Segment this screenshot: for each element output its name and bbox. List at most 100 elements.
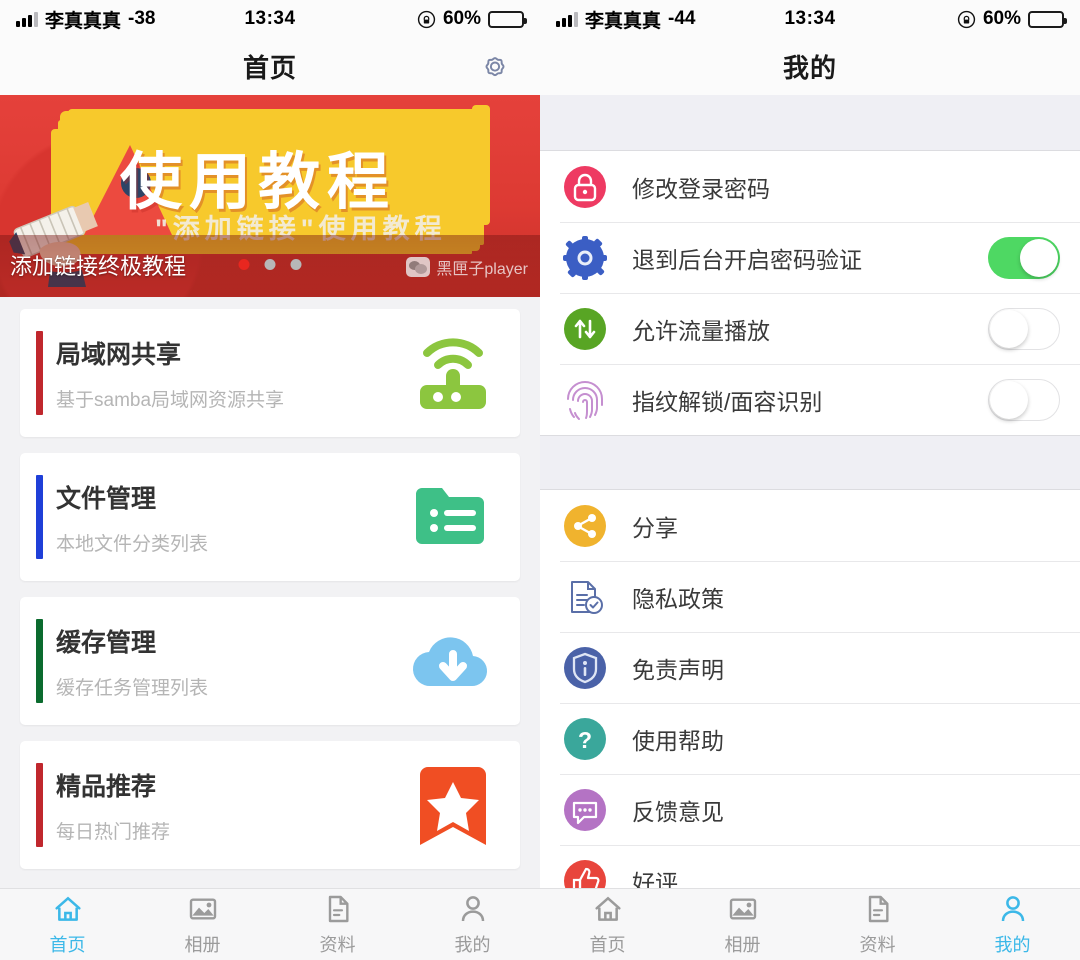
svg-text:?: ? — [578, 727, 592, 753]
tab-album[interactable]: 相册 — [675, 892, 810, 957]
settings-gear-button[interactable] — [475, 47, 515, 87]
row-background-password-verify[interactable]: 退到后台开启密码验证 — [540, 222, 1080, 293]
settings-group-about: 分享 隐私政策 免责声明 ? 使用帮助 反馈意见 好评 — [540, 490, 1080, 916]
status-time: 13:34 — [784, 8, 836, 29]
card-description: 每日热门推荐 — [56, 821, 171, 843]
row-label: 免责声明 — [632, 656, 724, 683]
home-icon — [591, 892, 625, 926]
row-biometric-unlock[interactable]: 指纹解锁/面容识别 — [540, 364, 1080, 435]
dot-3[interactable] — [290, 259, 302, 270]
photo-icon — [726, 892, 760, 926]
card-accent-bar — [36, 619, 43, 703]
card-title: 局域网共享 — [56, 340, 182, 369]
card-description: 基于samba局域网资源共享 — [56, 389, 285, 411]
row-disclaimer[interactable]: 免责声明 — [540, 632, 1080, 703]
card-recommendations[interactable]: 精品推荐 每日热门推荐 — [20, 741, 520, 869]
signal-bars-icon — [556, 11, 578, 27]
row-label: 指纹解锁/面容识别 — [632, 388, 823, 415]
tab-bar-right: 首页 相册 资料 我的 — [540, 888, 1080, 960]
card-title: 精品推荐 — [56, 772, 157, 801]
status-left-group: 李真真真 -44 — [556, 6, 784, 33]
battery-percent: 60% — [982, 8, 1022, 29]
page-title: 首页 — [242, 53, 297, 83]
carrier-name: 李真真真 — [585, 10, 662, 32]
row-help[interactable]: ? 使用帮助 — [540, 703, 1080, 774]
tab-files[interactable]: 资料 — [810, 892, 945, 957]
status-left-group: 李真真真 -38 — [16, 6, 244, 33]
feature-card-list: 局域网共享 基于samba局域网资源共享 文件管理 本地文件分类列表 缓存管理 … — [0, 297, 540, 869]
row-share[interactable]: 分享 — [540, 490, 1080, 561]
document-icon — [321, 892, 355, 926]
card-cache-manager[interactable]: 缓存管理 缓存任务管理列表 — [20, 597, 520, 725]
tab-files[interactable]: 资料 — [270, 892, 405, 957]
person-icon — [456, 892, 490, 926]
section-spacer-top — [540, 95, 1080, 151]
banner-watermark: 黑匣子player — [406, 255, 528, 279]
banner-caption: 添加链接终极教程 — [10, 254, 187, 279]
tab-label: 我的 — [994, 935, 1031, 955]
card-description: 缓存任务管理列表 — [56, 677, 209, 699]
feedback-chat-icon — [560, 785, 610, 835]
signal-bars-icon — [16, 11, 38, 27]
card-title: 文件管理 — [56, 484, 157, 513]
status-right-group: 60% — [836, 8, 1068, 30]
row-change-password[interactable]: 修改登录密码 — [540, 151, 1080, 222]
tab-bar-left: 首页 相册 资料 我的 — [0, 888, 540, 960]
card-text: 文件管理 本地文件分类列表 — [20, 479, 208, 556]
card-title: 缓存管理 — [56, 628, 157, 657]
wechat-icon — [406, 257, 431, 277]
photo-icon — [186, 892, 220, 926]
banner-pagination-dots[interactable] — [238, 259, 302, 270]
carrier-name: 李真真真 — [45, 10, 122, 32]
toggle-allow-cellular-play[interactable] — [988, 307, 1060, 350]
status-right-group: 60% — [296, 8, 528, 30]
share-icon — [560, 501, 610, 551]
row-label: 分享 — [632, 514, 678, 541]
dot-1[interactable] — [238, 259, 250, 270]
row-label: 反馈意见 — [632, 798, 724, 825]
rotation-lock-icon — [417, 10, 436, 28]
question-icon: ? — [560, 714, 610, 764]
card-lan-share[interactable]: 局域网共享 基于samba局域网资源共享 — [20, 309, 520, 437]
person-icon — [996, 892, 1030, 926]
gear-icon — [485, 56, 505, 76]
row-label: 隐私政策 — [632, 585, 724, 612]
tab-label: 资料 — [859, 935, 896, 955]
watermark-text: 黑匣子player — [436, 261, 528, 278]
wifi-router-icon — [408, 328, 498, 418]
row-feedback[interactable]: 反馈意见 — [540, 774, 1080, 845]
nav-bar-right: 我的 — [540, 38, 1080, 95]
row-label: 允许流量播放 — [632, 317, 770, 344]
gear-icon — [560, 233, 610, 283]
home-screen: 李真真真 -38 13:34 60% 首页 使用教程 "添加链接"使用教程 添加… — [0, 0, 540, 960]
tab-album[interactable]: 相册 — [135, 892, 270, 957]
status-bar-left: 李真真真 -38 13:34 60% — [0, 0, 540, 38]
page-title: 我的 — [782, 53, 837, 83]
promo-banner[interactable]: 使用教程 "添加链接"使用教程 添加链接终极教程 黑匣子player — [0, 95, 540, 297]
card-accent-bar — [36, 475, 43, 559]
dot-2[interactable] — [264, 259, 276, 270]
toggle-background-password-verify[interactable] — [988, 236, 1060, 279]
card-accent-bar — [36, 331, 43, 415]
settings-group-security: 修改登录密码 退到后台开启密码验证 允许流量播放 指纹解锁/面容识别 — [540, 151, 1080, 435]
nav-bar-left: 首页 — [0, 38, 540, 95]
home-icon — [51, 892, 85, 926]
toggle-biometric-unlock[interactable] — [988, 378, 1060, 421]
status-time: 13:34 — [244, 8, 296, 29]
dual-screenshot: 李真真真 -38 13:34 60% 首页 使用教程 "添加链接"使用教程 添加… — [0, 0, 1080, 960]
section-spacer-mid — [540, 435, 1080, 490]
battery-icon — [1028, 10, 1068, 28]
row-allow-cellular-play[interactable]: 允许流量播放 — [540, 293, 1080, 364]
tab-home[interactable]: 首页 — [540, 892, 675, 957]
card-text: 缓存管理 缓存任务管理列表 — [20, 623, 208, 700]
folder-list-icon — [408, 472, 498, 562]
signal-rssi: -38 — [128, 8, 156, 29]
tab-home[interactable]: 首页 — [0, 892, 135, 957]
row-privacy-policy[interactable]: 隐私政策 — [540, 561, 1080, 632]
card-file-manager[interactable]: 文件管理 本地文件分类列表 — [20, 453, 520, 581]
row-label: 退到后台开启密码验证 — [632, 246, 862, 273]
battery-percent: 60% — [442, 8, 482, 29]
tab-profile[interactable]: 我的 — [405, 892, 540, 957]
tab-profile[interactable]: 我的 — [945, 892, 1080, 957]
profile-screen: 李真真真 -44 13:34 60% 我的 修改登录密码 退到后台开启密码验证 … — [540, 0, 1080, 960]
